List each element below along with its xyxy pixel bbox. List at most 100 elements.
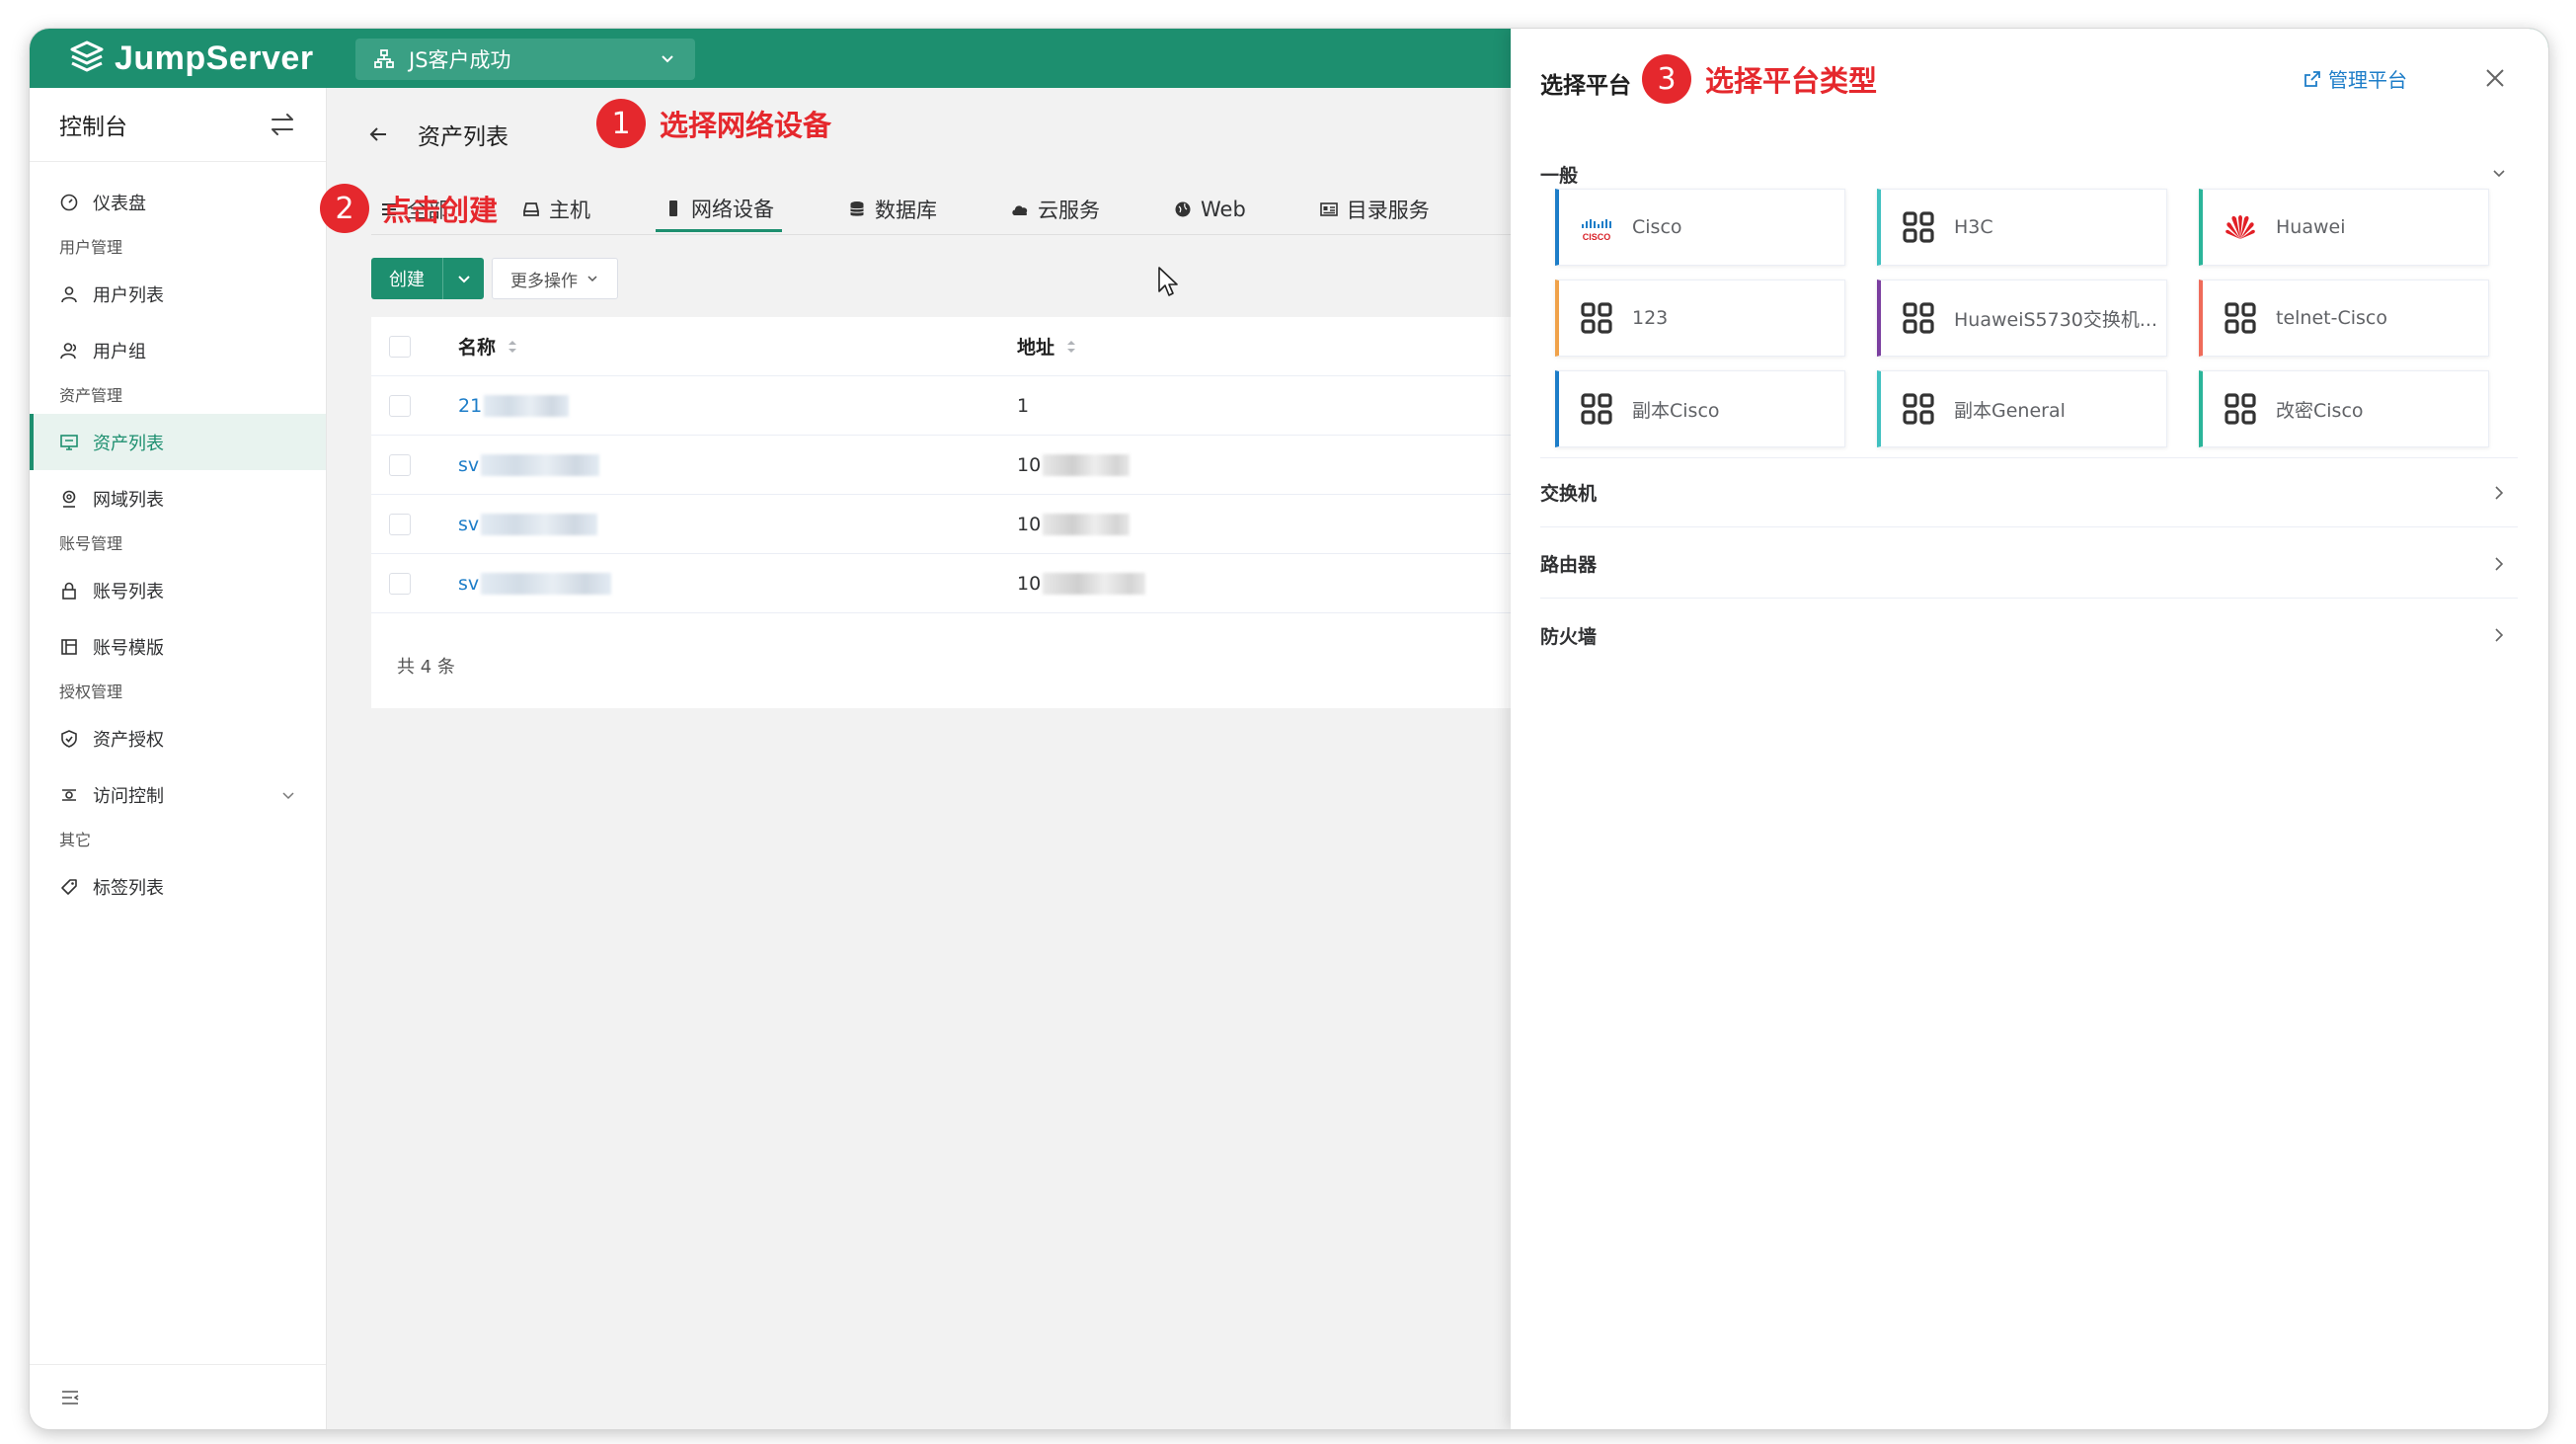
more-actions-label: 更多操作 (510, 271, 578, 291)
section-switch-header[interactable]: 交换机 (1540, 458, 2518, 527)
sidebar-item-label: 访问控制 (93, 785, 164, 807)
back-arrow-icon[interactable] (366, 122, 390, 146)
shield-icon (61, 729, 77, 748)
tab-database[interactable]: 数据库 (839, 187, 945, 232)
sidebar-item-account-template[interactable]: 账号模版 (30, 618, 326, 675)
asset-address-cell: 10 (1017, 453, 1131, 476)
platform-card-cisco[interactable]: CISCO Cisco (1555, 189, 1845, 266)
row-checkbox[interactable] (389, 513, 411, 535)
platform-label: 副本Cisco (1632, 399, 1720, 422)
redacted-text (481, 513, 598, 535)
row-checkbox[interactable] (389, 572, 411, 595)
chevron-down-icon (662, 55, 673, 63)
tab-cloud[interactable]: 云服务 (1002, 187, 1108, 232)
sidebar-item-label: 资产授权 (93, 729, 164, 751)
collapse-menu-icon[interactable] (59, 1387, 81, 1408)
sidebar-item-dashboard[interactable]: 仪表盘 (30, 174, 326, 230)
table-row[interactable]: sv 10 (371, 554, 1556, 613)
brand-logo[interactable]: JumpServer (67, 37, 314, 80)
sidebar-title: 控制台 (59, 115, 127, 140)
sidebar-item-asset-list[interactable]: 资产列表 (30, 414, 326, 470)
annotation-text: 选择网络设备 (660, 109, 832, 142)
row-checkbox[interactable] (389, 394, 411, 417)
asset-name-link[interactable]: sv (458, 573, 479, 595)
chevron-down-icon (2493, 170, 2505, 178)
sidebar-item-account-list[interactable]: 账号列表 (30, 562, 326, 618)
chevron-right-icon (2495, 628, 2504, 642)
sidebar-group-user: 用户管理 (59, 238, 123, 257)
organization-select[interactable]: JS客户成功 (355, 39, 695, 80)
tab-web[interactable]: Web (1165, 187, 1254, 232)
manage-platform-link[interactable]: 管理平台 (2303, 64, 2407, 93)
asset-address-cell: 10 (1017, 513, 1131, 535)
close-icon[interactable] (2483, 66, 2507, 90)
asset-name-link[interactable]: 21 (458, 395, 482, 417)
monitor-icon (60, 434, 78, 450)
table-row[interactable]: sv 10 (371, 436, 1556, 495)
annotation-step-1: 1 选择网络设备 (596, 99, 831, 148)
asset-table: 名称 地址 21 1 sv 10 sv 10 sv 10 共 4 条 (371, 317, 1556, 708)
asset-address-cell: 1 (1017, 395, 1029, 417)
platform-card-huawei[interactable]: Huawei (2199, 189, 2489, 266)
sidebar-item-user-group[interactable]: 用户组 (30, 322, 326, 378)
table-toolbar: 创建 更多操作 (371, 258, 618, 299)
tab-network-device[interactable]: 网络设备 (656, 187, 782, 232)
platform-card-copy-cisco[interactable]: 副本Cisco (1555, 370, 1845, 447)
asset-address: 10 (1017, 453, 1042, 476)
section-router-header[interactable]: 路由器 (1540, 529, 2518, 599)
lock-icon (62, 582, 76, 600)
grid-icon (1579, 300, 1614, 336)
column-header-name[interactable]: 名称 (458, 333, 519, 360)
tab-directory[interactable]: 目录服务 (1311, 187, 1438, 232)
asset-name-cell[interactable]: sv (458, 513, 598, 535)
table-row[interactable]: 21 1 (371, 376, 1556, 436)
create-button[interactable]: 创建 (371, 258, 442, 299)
sidebar-group-other: 其它 (59, 831, 92, 849)
platform-card-change-password-cisco[interactable]: 改密Cisco (2199, 370, 2489, 447)
column-header-address[interactable]: 地址 (1017, 333, 1078, 360)
asset-address: 10 (1017, 572, 1042, 595)
tab-host[interactable]: 主机 (513, 187, 598, 232)
sidebar-item-asset-permission[interactable]: 资产授权 (30, 710, 326, 766)
platform-label: 改密Cisco (2276, 399, 2364, 422)
table-row[interactable]: sv 10 (371, 495, 1556, 554)
asset-name-cell[interactable]: sv (458, 453, 600, 476)
switch-view-icon[interactable] (269, 111, 296, 138)
asset-name-link[interactable]: sv (458, 514, 479, 535)
table-header-row: 名称 地址 (371, 317, 1556, 376)
sort-icon (1067, 340, 1076, 353)
platform-card-h3c[interactable]: H3C (1877, 189, 2167, 266)
platform-card-copy-general[interactable]: 副本General (1877, 370, 2167, 447)
table-total-count: 共 4 条 (397, 657, 455, 678)
platform-card-123[interactable]: 123 (1555, 280, 1845, 357)
tab-label: 云服务 (1038, 199, 1100, 222)
row-checkbox[interactable] (389, 453, 411, 476)
asset-name-cell[interactable]: sv (458, 572, 612, 595)
database-icon (850, 201, 864, 216)
sort-icon (508, 340, 517, 353)
platform-card-huawei-s5730[interactable]: HuaweiS5730交换机... (1877, 280, 2167, 357)
tab-label: 数据库 (875, 199, 937, 222)
dashboard-icon (60, 194, 78, 210)
platform-label: telnet-Cisco (2276, 307, 2387, 329)
asset-name-link[interactable]: sv (458, 454, 479, 476)
sidebar-item-label: 账号列表 (93, 581, 164, 602)
sidebar-item-tag-list[interactable]: 标签列表 (30, 858, 326, 915)
column-label: 地址 (1017, 337, 1055, 359)
organization-icon (374, 49, 394, 68)
sidebar-item-access-control[interactable]: 访问控制 (30, 766, 326, 823)
organization-name: JS客户成功 (409, 48, 511, 72)
sidebar-group-permission: 授权管理 (59, 682, 123, 701)
asset-name-cell[interactable]: 21 (458, 394, 570, 417)
sidebar: 控制台 仪表盘 用户管理 用户列表 用户组 资产管理 资产列表 网域列表 账号管 (30, 88, 327, 1429)
platform-card-telnet-cisco[interactable]: telnet-Cisco (2199, 280, 2489, 357)
more-actions-button[interactable]: 更多操作 (492, 258, 618, 299)
drawer-title: 选择平台 (1540, 73, 1631, 99)
create-dropdown-button[interactable] (442, 258, 484, 299)
sidebar-item-user-list[interactable]: 用户列表 (30, 266, 326, 322)
select-all-checkbox[interactable] (389, 335, 411, 358)
section-firewall-header[interactable]: 防火墙 (1540, 601, 2518, 670)
globe-icon (1175, 201, 1191, 217)
platform-label: Huawei (2276, 216, 2346, 238)
sidebar-item-domain-list[interactable]: 网域列表 (30, 470, 326, 526)
